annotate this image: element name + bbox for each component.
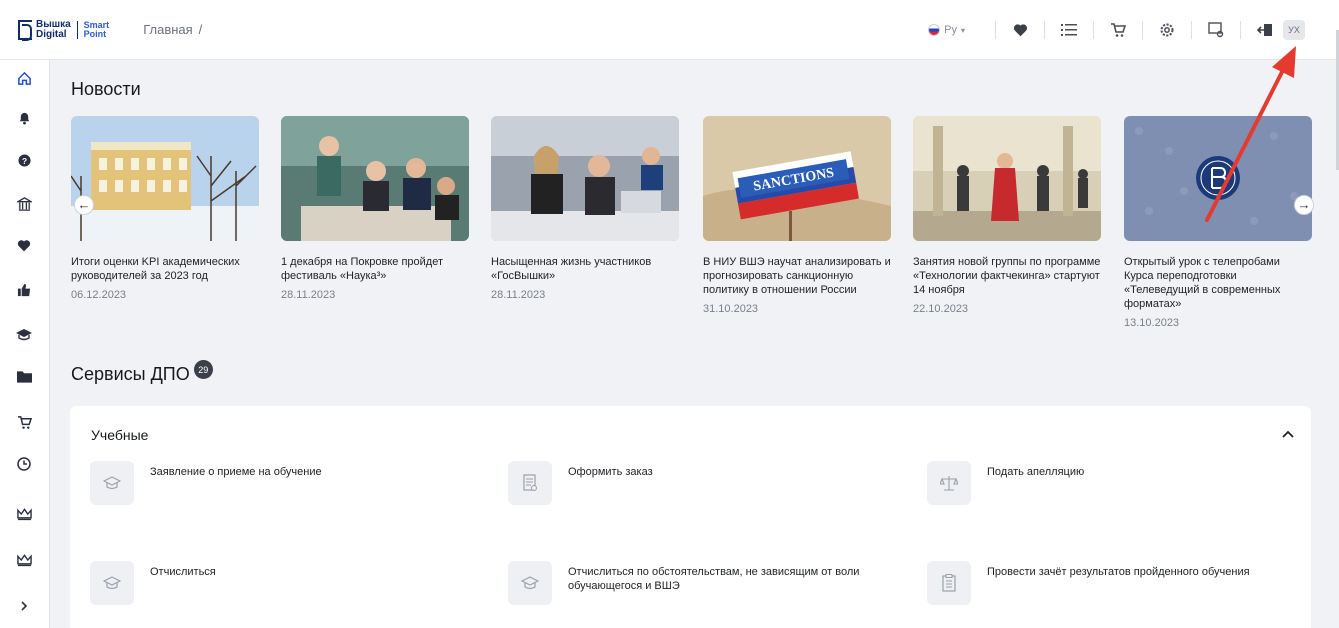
home-icon[interactable] xyxy=(12,66,36,90)
service-item[interactable]: Оформить заказ xyxy=(508,461,898,505)
news-date: 28.11.2023 xyxy=(491,289,546,301)
graduation-cap-icon xyxy=(90,561,134,605)
divider xyxy=(1142,21,1143,39)
service-label: Оформить заказ xyxy=(568,466,653,478)
news-prev-arrow-icon[interactable]: ← xyxy=(74,195,94,215)
crown-icon[interactable] xyxy=(12,502,36,526)
service-item[interactable]: Подать апелляцию xyxy=(927,461,1317,505)
news-caption: В НИУ ВШЭ научат анализировать и прогноз… xyxy=(703,256,891,296)
clock-icon[interactable] xyxy=(12,452,36,476)
divider xyxy=(1044,21,1045,39)
cart-icon[interactable] xyxy=(12,410,36,434)
user-avatar[interactable]: УХ xyxy=(1283,20,1305,40)
divider xyxy=(1191,21,1192,39)
expand-sidebar-chevron-right-icon[interactable] xyxy=(12,594,36,618)
thumbs-up-icon[interactable] xyxy=(12,278,36,302)
news-image-building xyxy=(71,116,259,241)
services-count-badge: 29 xyxy=(193,360,213,379)
institution-icon[interactable] xyxy=(12,192,36,216)
divider xyxy=(1240,21,1241,39)
logout-icon[interactable] xyxy=(1255,20,1275,40)
header-actions: Ру ▾ УХ xyxy=(928,17,1305,43)
bell-icon[interactable] xyxy=(12,106,36,130)
top-bar: Вышка Digital Smart Point Главная / Ру ▾ xyxy=(0,0,1339,60)
hse-logo-icon xyxy=(18,19,32,41)
service-item[interactable]: Отчислиться xyxy=(90,561,480,605)
news-date: 22.10.2023 xyxy=(913,303,969,315)
scales-icon xyxy=(927,461,971,505)
main-content: Новости Итоги оценки KPI академических р… xyxy=(50,60,1339,628)
news-date: 13.10.2023 xyxy=(1124,317,1180,329)
language-label: Ру xyxy=(944,24,957,36)
news-caption: Открытый урок с телепробами Курса перепо… xyxy=(1124,256,1281,310)
heart-icon[interactable] xyxy=(12,233,36,257)
crown-icon[interactable] xyxy=(12,548,36,572)
news-card[interactable]: Насыщенная жизнь участников «ГосВышки» 2… xyxy=(491,116,679,301)
graduation-cap-icon xyxy=(508,561,552,605)
folder-icon[interactable] xyxy=(12,364,36,388)
service-item[interactable]: Отчислиться по обстоятельствам, не завис… xyxy=(508,561,898,605)
svg-text:?: ? xyxy=(21,155,26,165)
service-label: Отчислиться по обстоятельствам, не завис… xyxy=(568,566,860,592)
news-date: 28.11.2023 xyxy=(281,289,336,301)
news-caption: Итоги оценки KPI академических руководит… xyxy=(71,256,240,282)
collapse-chevron-up-icon[interactable] xyxy=(1282,427,1294,441)
service-item[interactable]: Заявление о приеме на обучение xyxy=(90,461,480,505)
news-date: 31.10.2023 xyxy=(703,303,759,315)
certificate-icon[interactable] xyxy=(1206,20,1226,40)
list-icon[interactable] xyxy=(1059,20,1079,40)
news-card[interactable]: Итоги оценки KPI академических руководит… xyxy=(71,116,259,301)
service-label: Подать апелляцию xyxy=(987,466,1085,478)
service-label: Заявление о приеме на обучение xyxy=(150,466,322,478)
news-image-students xyxy=(281,116,469,241)
cart-icon[interactable] xyxy=(1108,20,1128,40)
news-image-hse-emblem xyxy=(1124,116,1312,241)
news-card[interactable]: Занятия новой группы по программе «Техно… xyxy=(913,116,1101,315)
services-panel-title: Учебные xyxy=(91,427,149,443)
service-label: Отчислиться xyxy=(150,566,216,578)
news-next-arrow-icon[interactable]: → xyxy=(1294,195,1314,215)
logo-divider xyxy=(76,20,78,39)
news-caption: 1 декабря на Покровке пройдет фестиваль … xyxy=(281,256,444,282)
graduation-cap-icon xyxy=(90,461,134,505)
services-section-title: Сервисы ДПО 29 xyxy=(71,360,213,385)
news-image-hallway xyxy=(913,116,1101,241)
favorites-heart-icon[interactable] xyxy=(1010,20,1030,40)
service-label: Провести зачёт результатов пройденного о… xyxy=(987,566,1250,578)
breadcrumb: Главная / xyxy=(143,22,202,37)
divider xyxy=(1093,21,1094,39)
russian-flag-icon xyxy=(928,24,941,36)
news-card[interactable]: Открытый урок с телепробами Курса перепо… xyxy=(1124,116,1312,329)
logo-line1: Вышка xyxy=(36,18,71,30)
news-caption: Насыщенная жизнь участников «ГосВышки» xyxy=(491,256,652,282)
breadcrumb-separator: / xyxy=(198,22,203,37)
settings-gear-icon[interactable] xyxy=(1157,20,1177,40)
checklist-document-icon xyxy=(927,561,971,605)
logo-line2: Digital xyxy=(36,28,67,40)
left-sidebar: ? xyxy=(0,60,50,628)
logo[interactable]: Вышка Digital Smart Point xyxy=(18,15,109,45)
language-select[interactable]: Ру ▾ xyxy=(928,24,965,36)
chevron-down-icon: ▾ xyxy=(960,25,965,35)
news-caption: Занятия новой группы по программе «Техно… xyxy=(913,256,1101,296)
news-card[interactable]: SANCTIONS В НИУ ВШЭ научат анализировать… xyxy=(703,116,891,315)
help-icon[interactable]: ? xyxy=(12,148,36,172)
breadcrumb-home[interactable]: Главная xyxy=(143,22,192,37)
services-title-text: Сервисы ДПО xyxy=(71,364,190,384)
logo-point: Point xyxy=(83,28,107,39)
graduation-cap-icon[interactable] xyxy=(12,322,36,346)
document-order-icon xyxy=(508,461,552,505)
service-item[interactable]: Провести зачёт результатов пройденного о… xyxy=(927,561,1317,605)
news-image-sanctions: SANCTIONS xyxy=(703,116,891,241)
news-image-classroom xyxy=(491,116,679,241)
news-section-title: Новости xyxy=(71,79,141,99)
services-panel: Учебные Заявление о приеме на обучение О… xyxy=(70,406,1311,628)
news-date: 06.12.2023 xyxy=(71,289,127,301)
news-card[interactable]: 1 декабря на Покровке пройдет фестиваль … xyxy=(281,116,469,301)
divider xyxy=(995,21,996,39)
